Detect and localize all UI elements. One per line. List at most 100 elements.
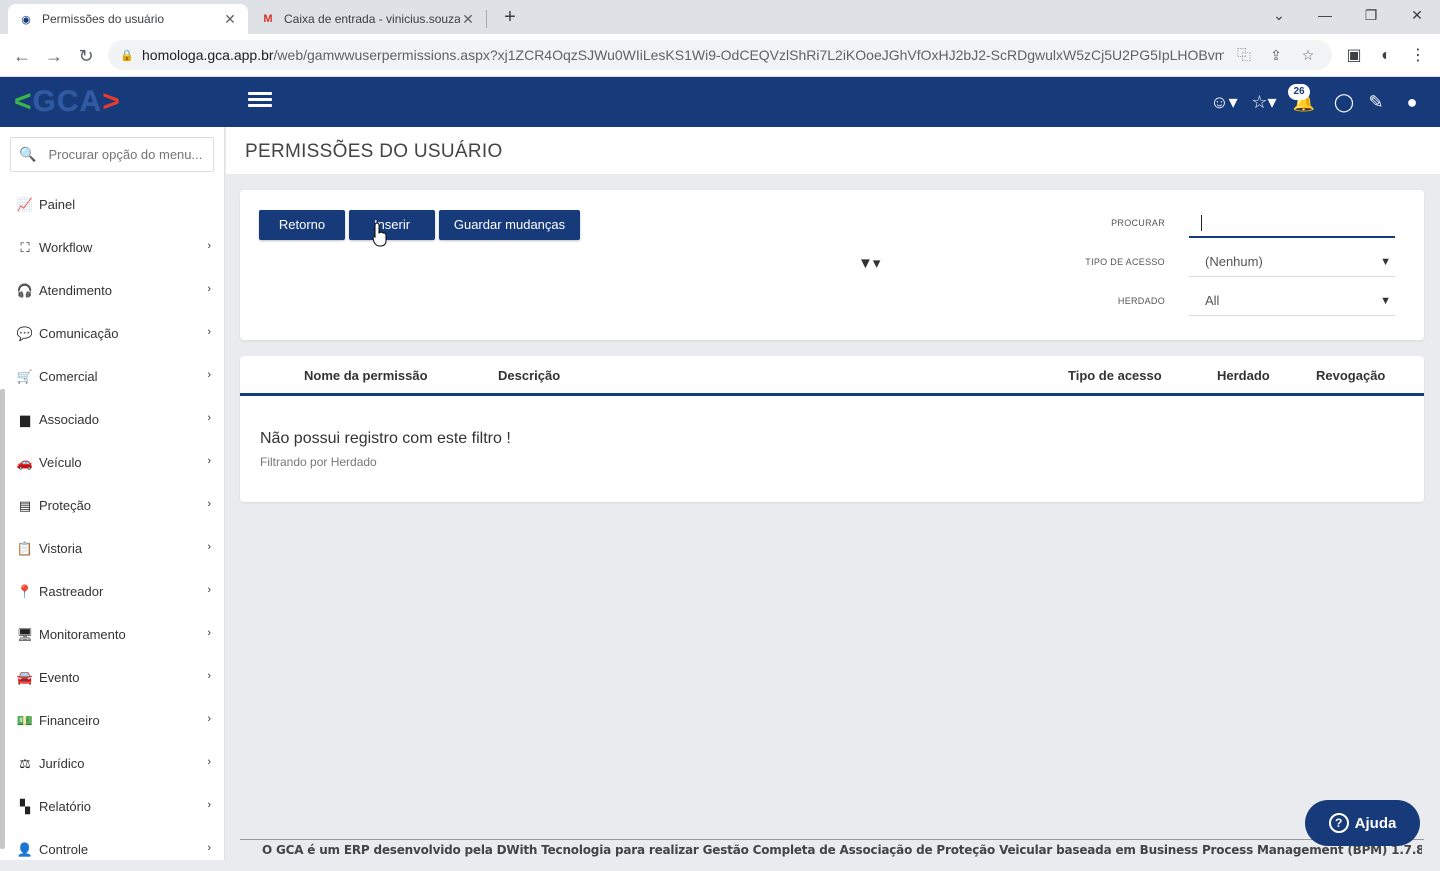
help-button[interactable]: ? Ajuda (1305, 800, 1420, 846)
tab-search-chevron-icon[interactable]: ⌄ (1256, 0, 1302, 34)
sidebar-item-veiculo[interactable]: 🚗 Veículo › (0, 441, 225, 484)
gca-logo[interactable]: < GCA > (14, 85, 121, 119)
minimize-icon[interactable]: — (1302, 0, 1348, 34)
column-inherited[interactable]: Herdado (1217, 368, 1270, 383)
chevron-right-icon: › (207, 584, 211, 596)
logo-right-bracket: > (102, 85, 121, 118)
footer-text: O GCA é um ERP desenvolvido pela DWith T… (262, 843, 1422, 857)
chevron-right-icon: › (207, 842, 211, 854)
access-type-label: TIPO DE ACESSO (1085, 257, 1165, 267)
close-window-icon[interactable]: ✕ (1394, 0, 1440, 34)
sidebar-item-painel[interactable]: 📈 Painel (0, 183, 225, 226)
column-access-type[interactable]: Tipo de acesso (1068, 368, 1162, 383)
hamburger-menu-icon[interactable] (248, 89, 272, 113)
chevron-right-icon: › (207, 670, 211, 682)
browser-toolbar: ← → ↻ 🔒 homologa.gca.app.br/web/gamwwuse… (0, 34, 1440, 77)
map-marker-icon: 📍 (16, 583, 34, 599)
notification-badge: 26 (1288, 84, 1310, 100)
cart-icon: 🛒 (16, 368, 34, 384)
inherited-label: HERDADO (1117, 296, 1165, 306)
search-input[interactable] (1189, 208, 1395, 238)
close-tab-icon[interactable]: ✕ (460, 11, 476, 28)
bookmark-star-icon[interactable]: ☆ (1296, 47, 1320, 64)
chevron-right-icon: › (207, 756, 211, 768)
sidebar-item-comercial[interactable]: 🛒 Comercial › (0, 355, 225, 398)
sidebar-item-monitoramento[interactable]: 🖥 Monitoramento › (0, 613, 225, 656)
menu-search: 🔍 (10, 137, 214, 172)
tab-title: Permissões do usuário (42, 12, 165, 26)
headset-icon: 🎧 (16, 282, 34, 298)
balance-scale-icon: ⚖ (19, 755, 31, 771)
gmail-favicon-icon: M (263, 13, 273, 25)
file-shield-icon: ▤ (18, 497, 32, 513)
favorites-star-icon[interactable]: ☆▾ (1250, 89, 1278, 115)
chevron-right-icon: › (207, 627, 211, 639)
footer-divider (240, 839, 1424, 840)
chevron-right-icon: › (207, 369, 211, 381)
browser-tab-active[interactable]: ◉ Permissões do usuário ✕ (8, 4, 248, 34)
sidebar-item-protecao[interactable]: ▤ Proteção › (0, 484, 225, 527)
browser-tab-gmail[interactable]: M Caixa de entrada - vinicius.souza ✕ (250, 4, 486, 34)
chevron-right-icon: › (207, 541, 211, 553)
menu-search-input[interactable] (48, 147, 209, 162)
filter-toggle-icon[interactable]: ▼▾ (858, 254, 880, 272)
table-header: Nome da permissão Descrição Tipo de aces… (240, 356, 1424, 396)
column-permission-name[interactable]: Nome da permissão (304, 368, 428, 383)
chevron-down-icon: ▼ (1380, 295, 1391, 307)
reload-icon[interactable]: ↻ (72, 42, 100, 70)
sidebar-menu: 📈 Painel ⛶ Workflow › 🎧 Atendimento › 💬 Comuni… (0, 183, 225, 871)
column-revocation[interactable]: Revogação (1316, 368, 1385, 383)
sidebar-item-juridico[interactable]: ⚖ Jurídico › (0, 742, 225, 785)
search-label: PROCURAR (1111, 218, 1165, 228)
access-type-select[interactable]: (Nenhum) ▼ (1189, 247, 1395, 277)
side-panel-icon[interactable]: ▣ (1340, 42, 1368, 70)
new-tab-icon[interactable]: + (498, 4, 522, 30)
lock-icon[interactable]: 🔒 (120, 49, 134, 62)
save-changes-button[interactable]: Guardar mudanças (439, 210, 580, 240)
support-agent-icon[interactable]: ☺▾ (1210, 89, 1238, 115)
desktop-icon: 🖥 (16, 626, 34, 642)
page-title: PERMISSÕES DO USUÁRIO (245, 141, 503, 162)
chart-line-icon: 📈 (16, 196, 34, 212)
sidebar-item-workflow[interactable]: ⛶ Workflow › (0, 226, 225, 269)
whatsapp-icon[interactable]: ◯ (1330, 89, 1358, 115)
sidebar-item-evento[interactable]: 🚘 Evento › (0, 656, 225, 699)
money-bill-icon: 💵 (16, 712, 34, 728)
chevron-right-icon: › (207, 713, 211, 725)
translate-icon[interactable]: ⿻ (1232, 45, 1256, 65)
empty-message: Não possui registro com este filtro ! (260, 430, 511, 447)
back-button[interactable]: Retorno (259, 210, 345, 240)
sidebar-item-associado[interactable]: ▆ Associado › (0, 398, 225, 441)
gca-favicon-icon: ◉ (21, 13, 31, 26)
sidebar-item-vistoria[interactable]: 📋 Vistoria › (0, 527, 225, 570)
id-badge-icon: ▆ (20, 411, 30, 427)
sidebar-item-relatorio[interactable]: ▚ Relatório › (0, 785, 225, 828)
chevron-right-icon: › (207, 412, 211, 424)
insert-button[interactable]: Inserir (349, 210, 435, 240)
clipboard-check-icon: 📋 (16, 540, 34, 556)
url-text[interactable]: homologa.gca.app.br/web/gamwwuserpermiss… (142, 47, 1224, 63)
car-icon: 🚗 (16, 454, 34, 470)
question-icon: ? (1328, 813, 1349, 833)
sidebar-item-controle[interactable]: 👤 Controle › (0, 828, 225, 871)
user-icon[interactable]: ● (1398, 89, 1426, 115)
inherited-select[interactable]: All ▼ (1189, 286, 1395, 316)
share-icon[interactable]: ⇪ (1264, 47, 1288, 64)
sidebar-item-rastreador[interactable]: 📍 Rastreador › (0, 570, 225, 613)
brush-icon[interactable]: ✎ (1362, 89, 1390, 115)
chrome-menu-icon[interactable]: ⋮ (1404, 42, 1432, 70)
extension-icon[interactable]: ◐ (1372, 42, 1400, 70)
address-bar[interactable]: 🔒 homologa.gca.app.br/web/gamwwuserpermi… (108, 40, 1332, 70)
browser-tabstrip: ◉ Permissões do usuário ✕ M Caixa de ent… (0, 0, 1440, 34)
forward-arrow-icon[interactable]: → (40, 42, 68, 70)
sidebar-item-financeiro[interactable]: 💵 Financeiro › (0, 699, 225, 742)
back-arrow-icon[interactable]: ← (8, 42, 36, 70)
sidebar-item-atendimento[interactable]: 🎧 Atendimento › (0, 269, 225, 312)
hand-cursor-icon (372, 222, 387, 247)
sidebar-item-comunicacao[interactable]: 💬 Comunicação › (0, 312, 225, 355)
chevron-right-icon: › (207, 283, 211, 295)
search-icon: 🔍 (19, 146, 37, 162)
close-tab-icon[interactable]: ✕ (222, 11, 238, 28)
column-description[interactable]: Descrição (498, 368, 560, 383)
restore-icon[interactable]: ❐ (1348, 0, 1394, 34)
